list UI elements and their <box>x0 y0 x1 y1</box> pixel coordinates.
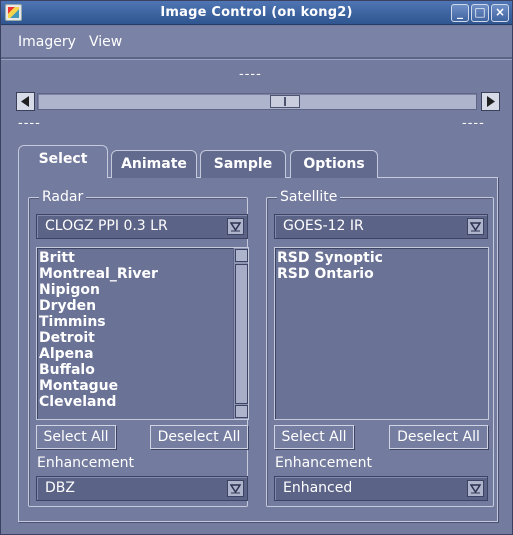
radar-enhancement-dropdown[interactable]: DBZ <box>36 476 248 501</box>
list-item[interactable]: Nipigon <box>37 282 248 298</box>
satellite-group: Satellite GOES-12 IR RSD Synoptic RSD Ont… <box>266 189 494 507</box>
chevron-down-icon[interactable] <box>467 480 484 497</box>
tab-animate[interactable]: Animate <box>111 150 197 178</box>
tab-options[interactable]: Options <box>290 150 378 178</box>
list-item[interactable]: Britt <box>37 250 248 266</box>
satellite-group-label: Satellite <box>277 189 341 205</box>
time-center-label: ---- <box>239 67 262 82</box>
time-slider[interactable] <box>16 92 500 111</box>
tab-select[interactable]: Select <box>18 145 108 178</box>
title-bar[interactable]: Image Control (on kong2) _ □ × <box>1 1 512 25</box>
list-item[interactable]: Montague <box>37 378 248 394</box>
list-item[interactable]: Dryden <box>37 298 248 314</box>
close-button[interactable]: × <box>491 4 509 22</box>
radar-group: Radar CLOGZ PPI 0.3 LR Britt Montreal_Riv… <box>28 189 249 507</box>
menu-separator <box>1 58 512 60</box>
chevron-down-icon[interactable] <box>227 218 244 235</box>
image-control-window: Image Control (on kong2) _ □ × Imagery V… <box>0 0 513 535</box>
list-item[interactable]: Cleveland <box>37 394 248 410</box>
menu-view[interactable]: View <box>89 34 122 50</box>
tab-sample[interactable]: Sample <box>200 150 286 178</box>
time-end-label: ---- <box>462 116 485 131</box>
chevron-down-icon[interactable] <box>227 480 244 497</box>
scroll-left-button[interactable] <box>16 92 35 111</box>
list-item[interactable]: Timmins <box>37 314 248 330</box>
scroll-up-icon[interactable] <box>235 249 248 262</box>
scroll-right-button[interactable] <box>481 92 500 111</box>
satellite-enhancement-label: Enhancement <box>275 455 372 471</box>
arrow-left-icon <box>21 96 29 107</box>
radar-product-value: CLOGZ PPI 0.3 LR <box>45 218 168 234</box>
satellite-select-all-button[interactable]: Select All <box>274 425 354 449</box>
satellite-product-value: GOES-12 IR <box>283 218 364 234</box>
radar-deselect-all-button[interactable]: Deselect All <box>150 425 248 449</box>
radar-site-list[interactable]: Britt Montreal_River Nipigon Dryden Timmins D… <box>36 247 249 420</box>
radar-select-all-button[interactable]: Select All <box>36 425 116 449</box>
menu-bar: Imagery View <box>1 26 512 58</box>
minimize-button[interactable]: _ <box>451 4 469 22</box>
scroll-down-icon[interactable] <box>235 405 248 418</box>
list-item[interactable]: RSD Synoptic <box>275 250 488 266</box>
list-item[interactable]: RSD Ontario <box>275 266 488 282</box>
slider-thumb[interactable] <box>270 95 300 108</box>
radar-enhancement-label: Enhancement <box>37 455 134 471</box>
satellite-enhancement-dropdown[interactable]: Enhanced <box>274 476 488 501</box>
maximize-button[interactable]: □ <box>471 4 489 22</box>
slider-trough[interactable] <box>37 93 477 110</box>
chevron-down-icon[interactable] <box>467 218 484 235</box>
arrow-right-icon <box>487 96 495 107</box>
list-item[interactable]: Detroit <box>37 330 248 346</box>
radar-group-label: Radar <box>39 189 87 205</box>
satellite-sector-list[interactable]: RSD Synoptic RSD Ontario <box>274 247 489 420</box>
list-item[interactable]: Buffalo <box>37 362 248 378</box>
radar-list-scrollbar[interactable] <box>233 248 248 419</box>
satellite-product-dropdown[interactable]: GOES-12 IR <box>274 214 488 239</box>
radar-enhancement-value: DBZ <box>45 480 75 496</box>
list-item[interactable]: Montreal_River <box>37 266 248 282</box>
list-item[interactable]: Alpena <box>37 346 248 362</box>
menu-imagery[interactable]: Imagery <box>18 34 76 50</box>
scroll-thumb[interactable] <box>235 264 248 404</box>
radar-product-dropdown[interactable]: CLOGZ PPI 0.3 LR <box>36 214 248 239</box>
satellite-deselect-all-button[interactable]: Deselect All <box>389 425 488 449</box>
satellite-enhancement-value: Enhanced <box>283 480 353 496</box>
time-start-label: ---- <box>18 116 41 131</box>
window-title: Image Control (on kong2) <box>160 5 353 20</box>
